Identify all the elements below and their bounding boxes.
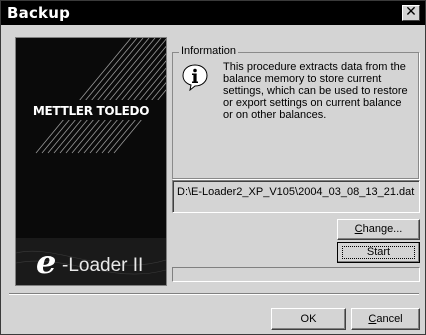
cancel-button[interactable]: Cancel (351, 308, 420, 330)
information-text: This procedure extracts data from the ba… (223, 61, 408, 121)
e-loader-name: -Loader II (62, 255, 144, 276)
file-path-value: D:\E-Loader2_XP_V105\2004_03_08_13_21.da… (177, 186, 415, 198)
e-loader-e-mark: e (36, 243, 57, 281)
separator-line (9, 293, 419, 295)
brand-image-panel: METTLER TOLEDO e -Loader II (15, 37, 167, 286)
change-button[interactable]: Change... (337, 219, 420, 240)
backup-dialog: Backup ✕ METTLER TOLEDO e -Loader II Inf… (0, 0, 426, 335)
cancel-label: ancel (376, 313, 403, 325)
information-icon (182, 64, 208, 91)
change-mnemonic: C (354, 223, 363, 235)
close-icon: ✕ (405, 4, 417, 20)
title-bar[interactable]: Backup ✕ (1, 1, 425, 25)
information-legend: Information (179, 45, 239, 58)
file-path-field: D:\E-Loader2_XP_V105\2004_03_08_13_21.da… (172, 180, 420, 213)
change-label: hange... (362, 223, 403, 235)
ok-label: OK (300, 313, 317, 325)
ok-button[interactable]: OK (271, 308, 346, 330)
focus-indicator (342, 246, 415, 259)
progress-bar (172, 267, 420, 282)
window-title: Backup (7, 4, 71, 22)
e-loader-logo: e -Loader II (16, 240, 166, 285)
mettler-toledo-logo: METTLER TOLEDO (32, 104, 150, 118)
close-button[interactable]: ✕ (402, 5, 420, 21)
start-button[interactable]: Start (337, 242, 420, 263)
